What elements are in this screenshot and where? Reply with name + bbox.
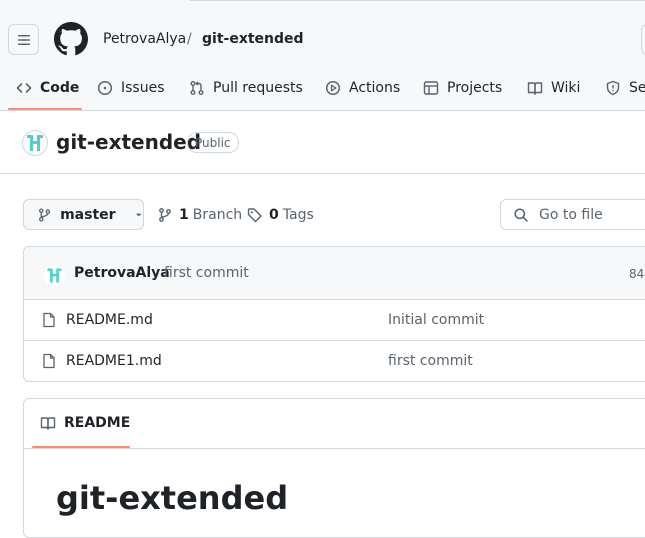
tag-count: 0	[269, 207, 279, 223]
tab-issues-label: Issues	[121, 80, 165, 96]
repo-nav: Code Issues Pull requests Actions Projec…	[0, 64, 645, 111]
branch-icon	[38, 207, 51, 222]
file-row[interactable]: README.md Initial commit	[24, 300, 645, 341]
repo-title[interactable]: git-extended	[56, 130, 201, 154]
file-list: PetrovaAlya first commit 844 README.md I…	[23, 246, 645, 382]
shield-icon	[606, 80, 620, 96]
readme-tab-label: README	[64, 415, 131, 431]
go-to-file-input[interactable]: Go to file	[500, 199, 645, 230]
readme-tab-indicator	[32, 446, 130, 448]
tag-icon	[247, 208, 262, 223]
tab-pull-requests-label: Pull requests	[213, 80, 303, 96]
tab-wiki-label: Wiki	[551, 80, 581, 96]
tags-link[interactable]: 0 Tags	[247, 206, 314, 224]
commit-author-avatar[interactable]	[44, 265, 65, 286]
identicon-avatar-icon	[27, 135, 43, 151]
book-icon	[40, 417, 56, 430]
app-header: PetrovaAlya / git-extended	[0, 0, 645, 64]
branch-count: 1	[179, 207, 189, 223]
tab-code-label: Code	[40, 80, 80, 96]
tab-actions[interactable]: Actions	[325, 78, 400, 98]
branch-select-button[interactable]: master	[23, 199, 144, 230]
tab-code[interactable]: Code	[16, 78, 79, 98]
go-to-file-placeholder: Go to file	[539, 206, 603, 223]
github-logo-icon[interactable]	[54, 22, 88, 56]
commit-hash-link[interactable]: 844	[629, 267, 645, 281]
readme-tab[interactable]: README	[40, 415, 130, 431]
tab-pull-requests[interactable]: Pull requests	[189, 78, 303, 98]
readme-panel: README git-extended	[23, 398, 645, 538]
tag-label: Tags	[282, 207, 314, 223]
header-divider	[0, 173, 645, 174]
tab-issues[interactable]: Issues	[97, 78, 165, 98]
branches-link[interactable]: 1 Branch	[157, 206, 242, 224]
tab-projects[interactable]: Projects	[423, 78, 502, 98]
breadcrumb-repo-link[interactable]: git-extended	[202, 31, 304, 47]
commit-message-link[interactable]: first commit	[164, 265, 249, 281]
file-name-link[interactable]: README.md	[66, 312, 153, 328]
file-icon	[43, 353, 55, 369]
readme-header: README	[24, 399, 645, 449]
visibility-badge: Public	[187, 132, 239, 153]
issue-icon	[97, 80, 113, 96]
tab-selected-indicator	[8, 108, 82, 110]
branch-label: Branch	[192, 207, 243, 223]
commit-author-link[interactable]: PetrovaAlya	[74, 265, 170, 281]
menu-button[interactable]	[8, 24, 39, 55]
pull-request-icon	[190, 81, 204, 95]
header-action-button[interactable]	[641, 24, 645, 55]
hamburger-icon	[17, 34, 30, 45]
breadcrumb-owner-link[interactable]: PetrovaAlya	[103, 31, 186, 47]
tab-security-label: Se	[629, 80, 645, 96]
repo-owner-avatar[interactable]	[22, 130, 48, 156]
search-icon	[514, 207, 528, 222]
table-icon	[423, 81, 439, 95]
code-icon	[16, 83, 32, 93]
chevron-down-icon	[135, 213, 142, 216]
book-icon	[527, 82, 543, 95]
tab-wiki[interactable]: Wiki	[527, 78, 580, 98]
tab-actions-label: Actions	[349, 80, 401, 96]
latest-commit-row: PetrovaAlya first commit 844	[24, 247, 645, 300]
readme-heading: git-extended	[56, 479, 289, 517]
file-row[interactable]: README1.md first commit	[24, 341, 645, 381]
file-name-link[interactable]: README1.md	[66, 353, 162, 369]
header-top-border	[190, 0, 645, 4]
tab-security[interactable]: Se	[605, 78, 645, 98]
identicon-avatar-icon	[44, 265, 65, 286]
tab-projects-label: Projects	[447, 80, 503, 96]
file-commit-message-link[interactable]: Initial commit	[388, 312, 484, 328]
file-commit-message-link[interactable]: first commit	[388, 353, 473, 369]
breadcrumb-separator: /	[187, 31, 192, 47]
play-icon	[325, 80, 341, 96]
branch-icon	[159, 208, 171, 222]
branch-name: master	[60, 206, 116, 223]
file-icon	[43, 312, 55, 328]
